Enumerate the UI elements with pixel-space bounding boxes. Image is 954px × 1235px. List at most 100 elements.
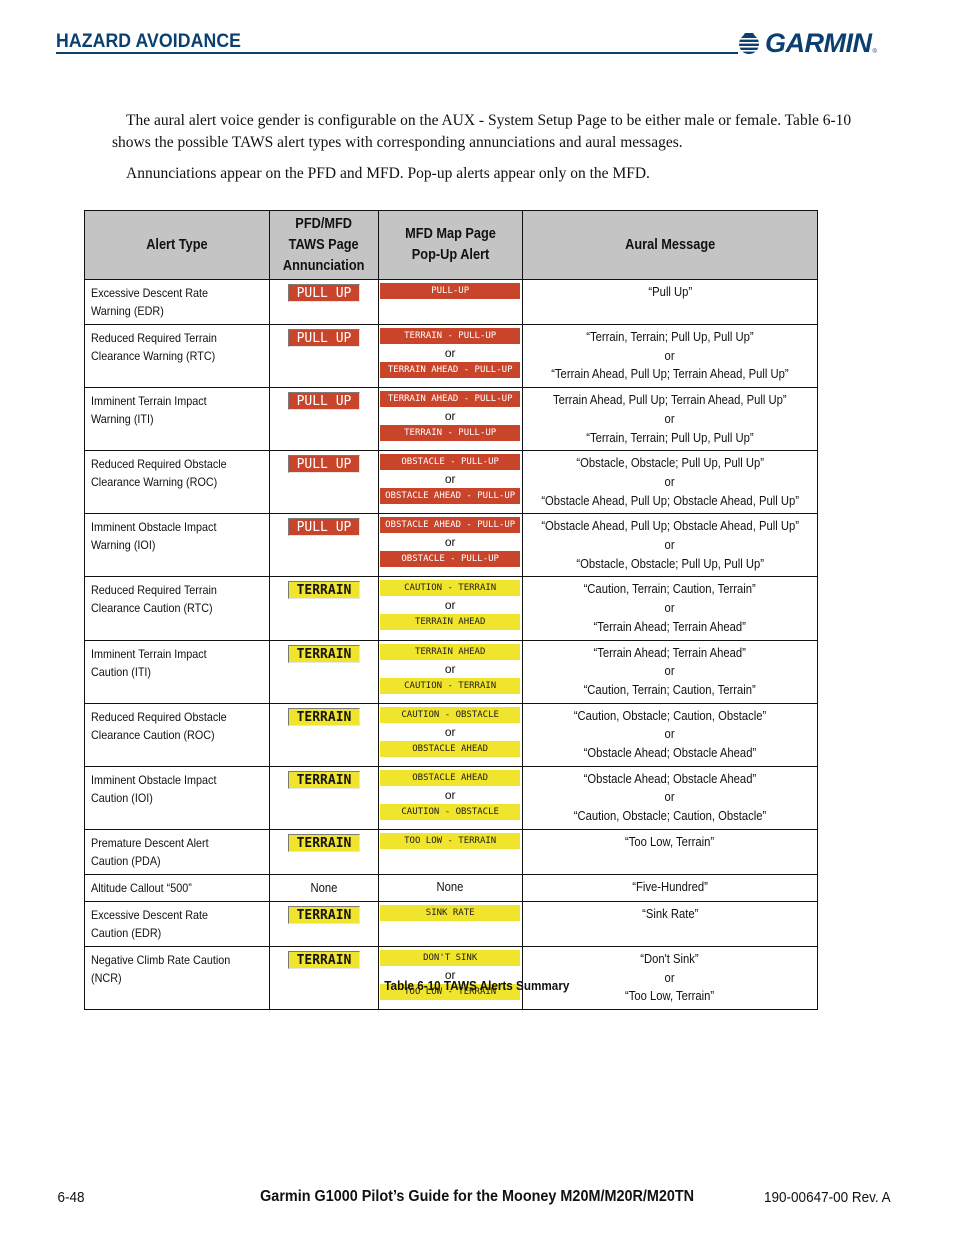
header-rule	[56, 52, 738, 54]
popup-alert: CAUTION - OBSTACLE	[380, 706, 521, 723]
alert-type-cell: Excessive Descent Rate Warning (EDR)	[83, 279, 271, 325]
alert-type-cell: Excessive Descent Rate Caution (EDR)	[83, 900, 271, 947]
annunciation-badge: PULL UP	[287, 329, 360, 347]
alert-type-text: Reduced Required Obstacle Clearance Warn…	[91, 457, 227, 490]
or-separator: or	[664, 727, 675, 742]
popup-alert: CAUTION - TERRAIN	[380, 677, 521, 694]
aural-message-cell: “Terrain, Terrain; Pull Up, Pull Up” or “T…	[521, 323, 819, 389]
alert-type-text: Reduced Required Obstacle Clearance Caut…	[91, 709, 227, 742]
aural-message: “Terrain, Terrain; Pull Up, Pull Up”	[586, 430, 754, 445]
table-row: Altitude Callout “500” None None “Five-Hund…	[83, 873, 819, 902]
annunciation-badge: PULL UP	[287, 518, 360, 537]
popup-alert: CAUTION - TERRAIN	[380, 580, 521, 597]
annunciation-cell: TERRAIN	[269, 702, 379, 767]
annunciation-paragraph: Annunciations appear on the PFD and MFD.…	[126, 165, 650, 182]
popup-alert: PULL-UP	[380, 283, 521, 299]
table-row: Excessive Descent Rate Caution (EDR) TERR…	[83, 900, 819, 947]
aural-message-cell: “Five-Hundred”	[521, 873, 819, 902]
aural-message: “Obstacle Ahead; Obstacle Ahead”	[583, 771, 757, 786]
or-separator: or	[444, 346, 456, 360]
table-body: Excessive Descent Rate Warning (EDR) PULL…	[83, 279, 819, 1010]
alert-type-text: Imminent Terrain Impact Caution (ITI)	[91, 646, 207, 679]
annunciation-badge: TERRAIN	[287, 950, 360, 969]
annunciation-cell: PULL UP	[269, 323, 379, 389]
table-header-row: Alert Type PFD/MFD TAWS Page Annunciatio…	[83, 210, 819, 280]
popup-alert: OBSTACLE - PULL-UP	[380, 454, 521, 471]
page-header: HAZARD AVOIDANCE GARMIN ®	[56, 28, 901, 58]
popup-alert: OBSTACLE - PULL-UP	[380, 551, 521, 568]
popup-cell: OBSTACLE AHEAD - PULL-UP or OBSTACLE - PUL…	[377, 513, 523, 578]
doc-number-text: 190-00647-00 Rev. A	[764, 1189, 891, 1206]
aural-message: “Caution, Terrain; Caution, Terrain”	[583, 682, 756, 697]
aural-message: “Terrain Ahead, Pull Up; Terrain Ahead, …	[551, 367, 789, 382]
or-separator: or	[444, 472, 456, 487]
popup-cell: PULL-UP	[377, 279, 523, 325]
alert-type-text: Excessive Descent Rate Caution (EDR)	[91, 907, 209, 940]
aural-message: “Caution, Obstacle; Caution, Obstacle”	[573, 809, 767, 824]
or-separator: or	[444, 409, 456, 424]
popup-alert: TERRAIN AHEAD	[380, 643, 521, 660]
aural-message-cell: “Obstacle Ahead; Obstacle Ahead” or “Cauti…	[521, 765, 819, 830]
or-separator: or	[664, 664, 675, 679]
aural-message: “Terrain Ahead; Terrain Ahead”	[593, 619, 747, 634]
table-row: Imminent Obstacle Impact Warning (IOI) PU…	[83, 513, 819, 578]
popup-alert: TERRAIN - PULL-UP	[380, 425, 521, 442]
aural-message: “Caution, Obstacle; Caution, Obstacle”	[573, 708, 767, 723]
aural-message: “Terrain, Terrain; Pull Up, Pull Up”	[586, 330, 754, 344]
alert-type-text: Altitude Callout “500”	[91, 880, 192, 895]
aural-message-cell: “Too Low, Terrain”	[521, 828, 819, 875]
doc-number: 190-00647-00 Rev. A	[757, 1189, 898, 1206]
or-separator: or	[444, 724, 456, 739]
aural-message-cell: “Caution, Obstacle; Caution, Obstacle” or…	[521, 702, 819, 767]
popup-cell: None	[377, 873, 523, 902]
annunciation-cell: TERRAIN	[269, 576, 379, 641]
header-popup: MFD Map Page Pop-Up Alert	[377, 210, 523, 280]
annunciation-badge: TERRAIN	[287, 707, 360, 726]
alert-type-text: Premature Descent Alert Caution (PDA)	[91, 835, 209, 868]
annunciation-badge: TERRAIN	[287, 644, 360, 663]
aural-message: “Too Low, Terrain”	[625, 834, 715, 849]
annunciation-cell: TERRAIN	[269, 639, 379, 704]
aural-message: “Obstacle Ahead, Pull Up; Obstacle Ahead…	[541, 493, 799, 508]
annunciation-badge: PULL UP	[287, 392, 360, 411]
aural-message-cell: “Obstacle, Obstacle; Pull Up, Pull Up” or…	[521, 450, 819, 515]
header-annunciation-label: PFD/MFD TAWS Page Annunciation	[283, 215, 365, 274]
popup-alert: OBSTACLE AHEAD	[380, 740, 521, 757]
or-separator: or	[444, 598, 456, 613]
annunciation-cell: PULL UP	[269, 387, 379, 452]
annunciation-badge: TERRAIN	[287, 833, 360, 852]
taws-alerts-table: Alert Type PFD/MFD TAWS Page Annunciatio…	[83, 210, 819, 1010]
aural-message: “Obstacle Ahead, Pull Up; Obstacle Ahead…	[541, 519, 799, 534]
alert-type-text: Reduced Required Terrain Clearance Warni…	[91, 331, 217, 363]
section-title: HAZARD AVOIDANCE	[56, 31, 242, 52]
table-row: Reduced Required Terrain Clearance Cauti…	[83, 576, 819, 641]
popup-cell: CAUTION - TERRAIN or TERRAIN AHEAD	[377, 576, 523, 641]
aural-message: “Sink Rate”	[641, 906, 698, 921]
table-caption-text: Table 6-10 TAWS Alerts Summary	[384, 978, 570, 993]
aural-message: “Obstacle, Obstacle; Pull Up, Pull Up”	[576, 556, 764, 571]
aural-message-cell: Terrain Ahead, Pull Up; Terrain Ahead, P…	[521, 387, 819, 452]
alert-type-cell: Reduced Required Obstacle Clearance Warn…	[83, 450, 271, 515]
table-row: Reduced Required Terrain Clearance Warni…	[83, 323, 819, 389]
table-row: Imminent Terrain Impact Caution (ITI) TER…	[83, 639, 819, 704]
table-row: Premature Descent Alert Caution (PDA) TER…	[83, 828, 819, 875]
table-row: Reduced Required Obstacle Clearance Caut…	[83, 702, 819, 767]
table-caption: Table 6-10 TAWS Alerts Summary	[0, 978, 954, 993]
annunciation-badge: TERRAIN	[287, 581, 360, 600]
popup-cell: TERRAIN - PULL-UP or TERRAIN AHEAD - PULL-…	[377, 323, 523, 389]
popup-alert: TERRAIN AHEAD	[380, 614, 521, 631]
footer-title-text: Garmin G1000 Pilot’s Guide for the Moone…	[260, 1188, 694, 1205]
annunciation-cell: PULL UP	[269, 450, 379, 515]
popup-cell: OBSTACLE - PULL-UP or OBSTACLE AHEAD - PUL…	[377, 450, 523, 515]
popup-alert: OBSTACLE AHEAD - PULL-UP	[380, 517, 521, 534]
popup-cell: TERRAIN AHEAD or CAUTION - TERRAIN	[377, 639, 523, 704]
popup-cell: SINK RATE	[377, 900, 523, 947]
popup-cell: TOO LOW - TERRAIN	[377, 828, 523, 875]
or-separator: or	[664, 601, 675, 616]
alert-type-text: Excessive Descent Rate Warning (EDR)	[91, 286, 209, 318]
annunciation-badge: TERRAIN	[287, 905, 360, 924]
garmin-logo: GARMIN ®	[736, 28, 906, 58]
popup-none: None	[436, 879, 464, 894]
header-popup-label: MFD Map Page Pop-Up Alert	[404, 226, 496, 263]
aural-message-cell: “Obstacle Ahead, Pull Up; Obstacle Ahead…	[521, 513, 819, 578]
